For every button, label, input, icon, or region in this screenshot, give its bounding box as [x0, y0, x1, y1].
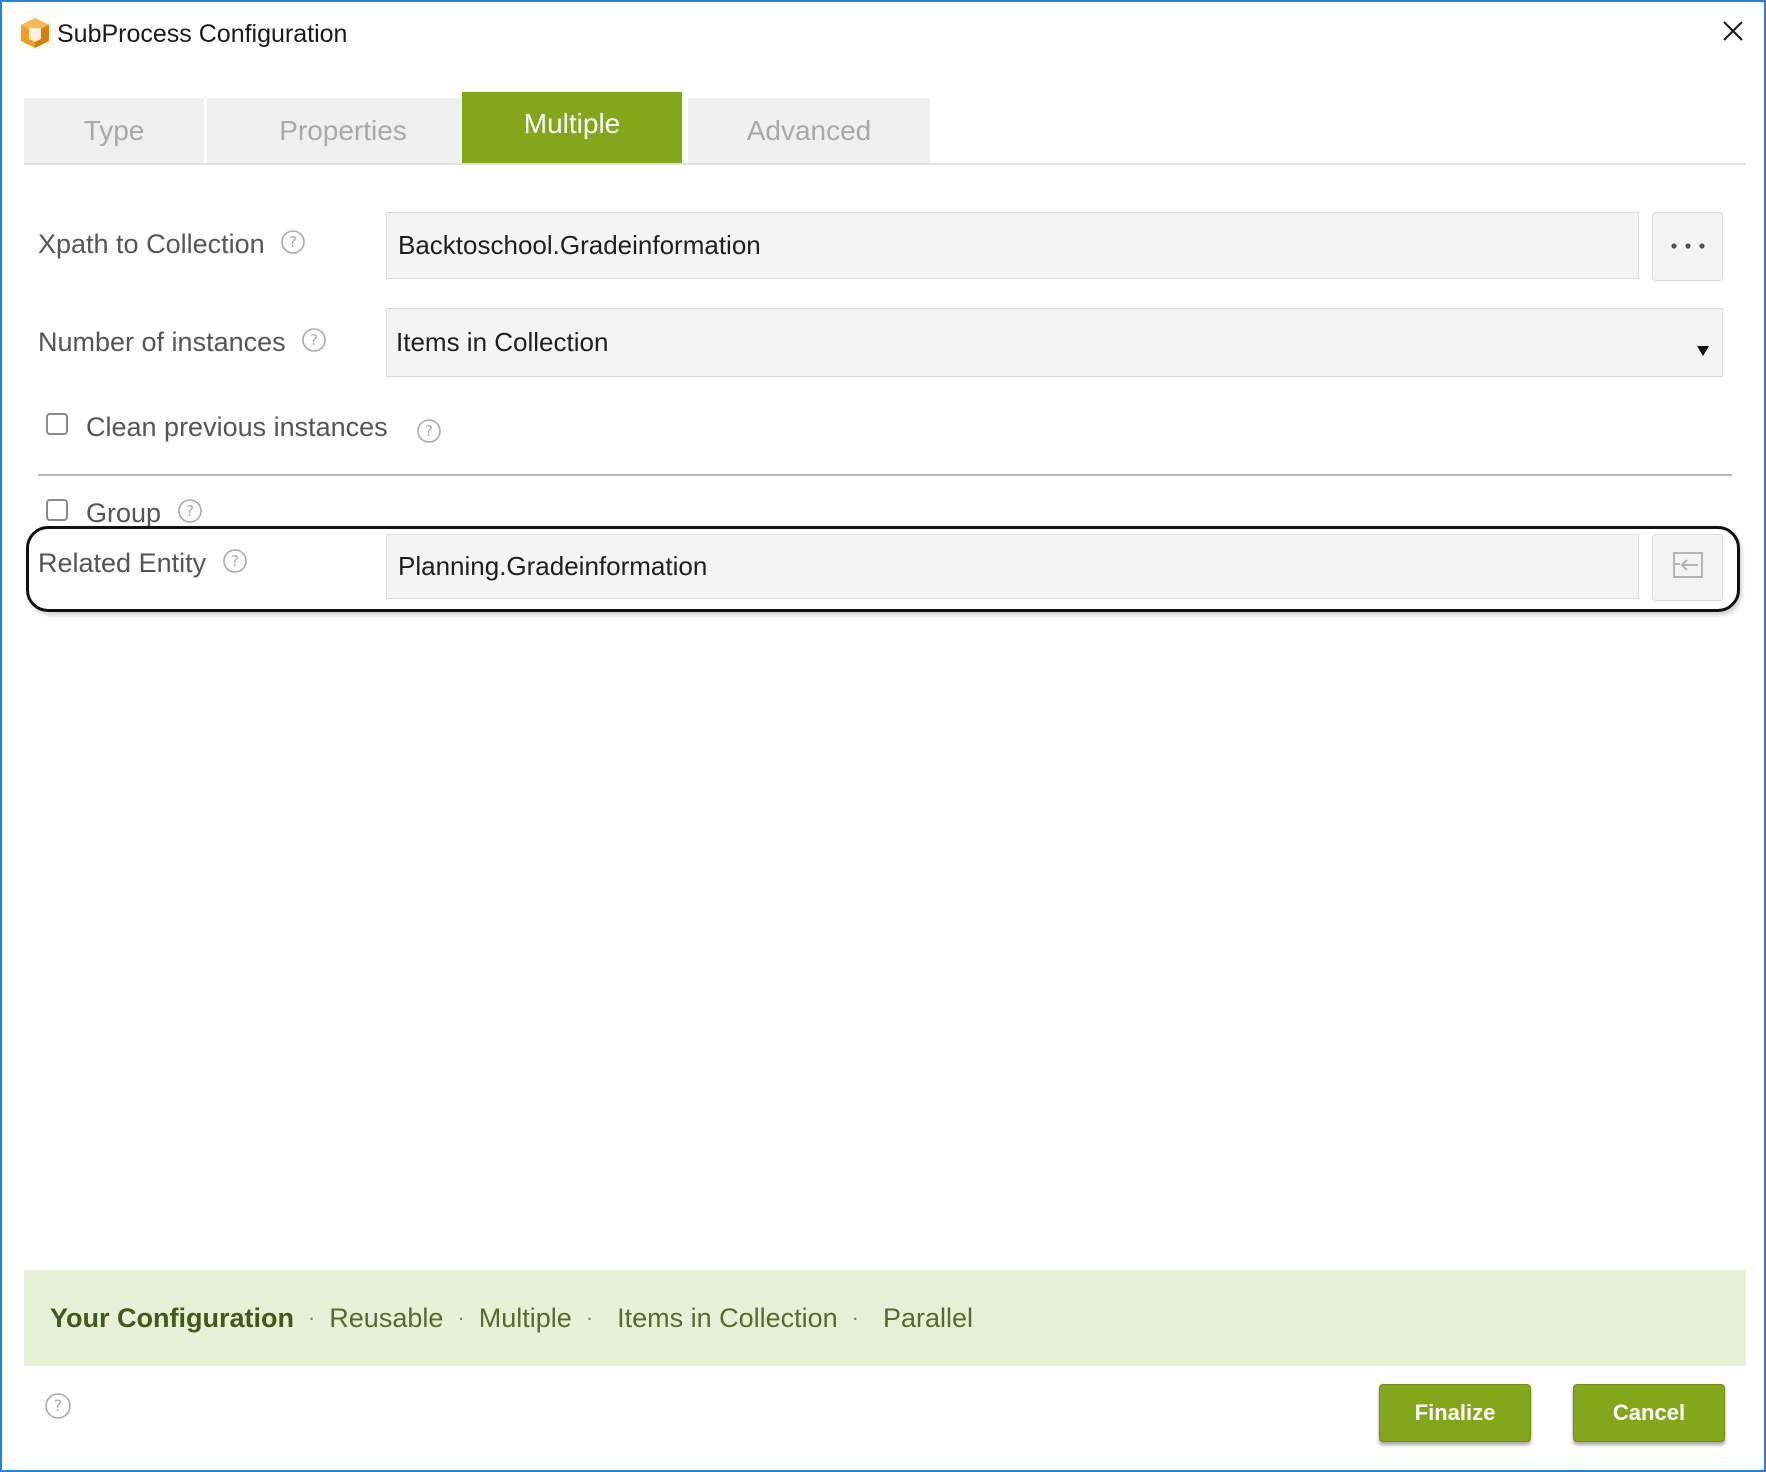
- title-bar: SubProcess Configuration: [2, 2, 1764, 64]
- browse-button[interactable]: [1652, 212, 1723, 281]
- xpath-label-group: Xpath to Collection ?: [38, 229, 306, 262]
- clean-label: Clean previous instances: [86, 412, 388, 442]
- close-button[interactable]: [1702, 2, 1764, 64]
- instances-select-value: Items in Collection: [396, 327, 609, 357]
- instances-select[interactable]: Items in Collection: [386, 308, 1723, 377]
- help-icon[interactable]: ?: [44, 1392, 72, 1425]
- svg-text:?: ?: [425, 422, 433, 440]
- summary-separator: ·: [851, 1305, 859, 1330]
- summary-item: Multiple: [478, 1302, 572, 1333]
- clean-checkbox[interactable]: [46, 413, 68, 435]
- related-label-group: Related Entity ?: [38, 548, 248, 581]
- help-icon[interactable]: ?: [222, 548, 248, 581]
- help-icon[interactable]: ?: [280, 229, 306, 262]
- tab-underline: [24, 163, 1746, 165]
- instances-label-group: Number of instances ?: [38, 327, 327, 360]
- summary-separator: ·: [457, 1305, 465, 1330]
- summary-item: Reusable: [329, 1302, 444, 1333]
- summary-title: Your Configuration: [50, 1302, 294, 1333]
- svg-text:?: ?: [231, 552, 239, 570]
- cancel-button[interactable]: Cancel: [1573, 1384, 1725, 1442]
- group-checkbox[interactable]: [46, 499, 68, 521]
- back-arrow-icon: [1672, 551, 1704, 584]
- window-title: SubProcess Configuration: [57, 20, 348, 48]
- tab-properties[interactable]: Properties: [207, 98, 479, 164]
- tab-multiple[interactable]: Multiple: [462, 92, 682, 164]
- close-icon: [1721, 19, 1745, 48]
- app-cube-icon: [20, 17, 50, 49]
- summary-separator: ·: [307, 1305, 316, 1330]
- help-icon[interactable]: ?: [416, 418, 442, 449]
- svg-text:?: ?: [310, 331, 318, 349]
- related-label: Related Entity: [38, 548, 207, 578]
- svg-text:?: ?: [289, 233, 297, 251]
- related-entity-button[interactable]: [1652, 534, 1723, 601]
- more-dots-icon: [1668, 238, 1708, 256]
- xpath-input[interactable]: Backtoschool.Gradeinformation: [386, 212, 1639, 279]
- section-divider: [38, 474, 1732, 476]
- instances-label: Number of instances: [38, 327, 286, 357]
- svg-text:?: ?: [54, 1396, 63, 1415]
- summary-separator: ·: [585, 1305, 594, 1330]
- group-label: Group: [86, 498, 162, 528]
- related-entity-input[interactable]: Planning.Gradeinformation: [386, 534, 1639, 599]
- tab-type[interactable]: Type: [24, 98, 204, 164]
- tab-advanced[interactable]: Advanced: [688, 98, 930, 164]
- finalize-button[interactable]: Finalize: [1379, 1384, 1531, 1442]
- summary-item: Items in Collection: [617, 1302, 838, 1333]
- svg-text:?: ?: [186, 502, 194, 520]
- xpath-label: Xpath to Collection: [38, 229, 265, 259]
- help-icon[interactable]: ?: [301, 327, 327, 360]
- dialog-window: SubProcess Configuration Type Properties…: [0, 0, 1766, 1472]
- summary-item: Parallel: [883, 1302, 974, 1333]
- dropdown-arrow-icon: [1696, 333, 1710, 364]
- configuration-summary: Your Configuration · Reusable · Multiple…: [24, 1270, 1746, 1366]
